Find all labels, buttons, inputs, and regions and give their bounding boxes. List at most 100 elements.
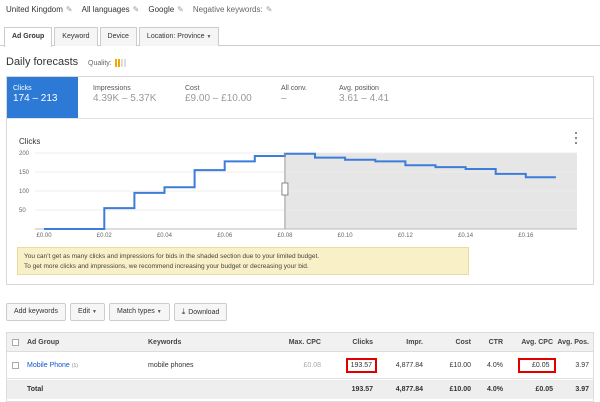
language-filter[interactable]: All languages ✎ xyxy=(82,5,140,14)
pencil-icon[interactable]: ✎ xyxy=(66,5,73,14)
negative-keywords-filter[interactable]: Negative keywords: ✎ xyxy=(193,5,273,14)
download-icon: ⤓ xyxy=(181,307,186,316)
row-checkbox-cell xyxy=(12,353,22,378)
metric-label: Avg. position xyxy=(339,85,379,92)
chevron-down-icon: ▼ xyxy=(156,309,162,315)
quality-label: Quality: xyxy=(88,59,112,67)
header-keywords[interactable]: Keywords xyxy=(148,333,258,351)
pencil-icon[interactable]: ✎ xyxy=(133,5,140,14)
y-tick-label: 200 xyxy=(19,151,30,157)
header-cost[interactable]: Cost xyxy=(427,333,471,351)
metric-selector: Clicks 174 – 213 Impressions 4.39K – 5.3… xyxy=(7,77,593,119)
total-clicks: 193.57 xyxy=(351,386,373,393)
keyword-count: (1) xyxy=(71,362,78,369)
metric-label: Cost xyxy=(185,85,200,92)
tab-location-label: Location: Province xyxy=(146,33,205,40)
header-impr[interactable]: Impr. xyxy=(377,333,423,351)
cell-avg-pos: 3.97 xyxy=(575,362,589,369)
header-clicks[interactable]: Clicks xyxy=(325,333,373,351)
clicks-chart: 50 100 150 200 £0.00 £0.02 £0.04 £0.06 £0.08 £0.1… xyxy=(19,151,577,239)
x-tick-label: £0.16 xyxy=(518,233,534,239)
metric-value: £9.00 – £10.00 xyxy=(185,93,252,104)
header-ctr[interactable]: CTR xyxy=(475,333,503,351)
targeting-bar: United Kingdom ✎ All languages ✎ Google … xyxy=(6,2,272,16)
cell-ctr: 4.0% xyxy=(487,362,503,369)
metric-label: All conv. xyxy=(281,85,307,92)
chevron-down-icon: ▼ xyxy=(92,309,97,315)
metric-label: Clicks xyxy=(13,85,32,92)
metric-impressions[interactable]: Impressions 4.39K – 5.37K xyxy=(87,77,177,118)
total-avg-cpc: £0.05 xyxy=(535,386,553,393)
ad-group-table: Ad Group Keywords Max. CPC Clicks Impr. … xyxy=(6,332,594,402)
bid-slider-handle[interactable] xyxy=(281,182,289,196)
table-toolbar: Add keywords Edit ▼ Match types ▼ ⤓ Downloa… xyxy=(6,303,228,323)
table-header-row: Ad Group Keywords Max. CPC Clicks Impr. … xyxy=(7,333,593,352)
avg-cpc-highlight: £0.05 xyxy=(518,358,556,373)
metric-label: Impressions xyxy=(93,85,131,92)
tab-ad-group[interactable]: Ad Group xyxy=(4,27,53,47)
metric-all-conv[interactable]: All conv. – xyxy=(275,77,333,118)
tab-device[interactable]: Device xyxy=(99,27,137,46)
x-tick-label: £0.00 xyxy=(37,233,53,239)
metric-cost[interactable]: Cost £9.00 – £10.00 xyxy=(179,77,277,118)
x-tick-label: £0.10 xyxy=(338,233,354,239)
header-avg-cpc[interactable]: Avg. CPC xyxy=(507,333,553,351)
pencil-icon[interactable]: ✎ xyxy=(177,5,184,14)
x-tick-label: £0.12 xyxy=(398,233,414,239)
network-filter[interactable]: Google ✎ xyxy=(148,5,184,14)
metric-avg-position[interactable]: Avg. position 3.61 – 4.41 xyxy=(333,77,423,118)
notice-line-1: You can't get as many clicks and impress… xyxy=(24,253,320,260)
row-checkbox[interactable] xyxy=(12,362,19,369)
metric-clicks[interactable]: Clicks 174 – 213 xyxy=(7,77,78,118)
select-all-checkbox[interactable] xyxy=(12,338,19,346)
select-all-checkbox-cell xyxy=(12,333,22,351)
table-row: Mobile Phone (1) mobile phones £0.08 193.… xyxy=(7,353,593,379)
match-types-button[interactable]: Match types ▼ xyxy=(108,303,170,321)
y-tick-label: 100 xyxy=(19,189,30,195)
download-button[interactable]: ⤓ Download xyxy=(173,303,228,321)
total-ctr: 4.0% xyxy=(487,386,503,393)
header-ad-group[interactable]: Ad Group xyxy=(27,333,137,351)
total-label: Total xyxy=(27,386,44,393)
pencil-icon[interactable]: ✎ xyxy=(266,5,273,14)
header-max-cpc[interactable]: Max. CPC xyxy=(269,333,321,351)
total-cost: £10.00 xyxy=(449,386,471,393)
x-tick-label: £0.06 xyxy=(217,233,233,239)
cell-max-cpc[interactable]: £0.08 xyxy=(269,353,321,378)
cell-impr: 4,877.84 xyxy=(395,362,423,369)
quality-bars-icon xyxy=(114,59,126,67)
more-vert-icon[interactable] xyxy=(573,131,579,145)
edit-button[interactable]: Edit ▼ xyxy=(69,303,105,321)
ad-group-link[interactable]: Mobile Phone xyxy=(27,362,70,369)
cell-avg-cpc: £0.05 xyxy=(518,353,558,378)
network-label: Google xyxy=(148,4,175,14)
language-label: All languages xyxy=(81,4,130,14)
table-total-row: Total 193.57 4,877.84 £10.00 4.0% £0.05 … xyxy=(7,380,593,399)
negative-keywords-label: Negative keywords: xyxy=(192,4,263,14)
y-tick-label: 50 xyxy=(19,208,26,214)
add-keywords-button[interactable]: Add keywords xyxy=(6,303,66,321)
header-avg-pos[interactable]: Avg. Pos. xyxy=(555,333,589,351)
tab-keyword[interactable]: Keyword xyxy=(54,27,98,46)
download-label: Download xyxy=(188,309,220,316)
notice-line-2: To get more clicks and impressions, we r… xyxy=(24,263,309,270)
x-tick-label: £0.02 xyxy=(97,233,113,239)
tab-bar: Ad Group Keyword Device Location: Provin… xyxy=(4,27,220,47)
quality-indicator: Quality: xyxy=(88,59,126,67)
tab-location[interactable]: Location: Province ▼ xyxy=(138,27,220,46)
cell-cost: £10.00 xyxy=(449,362,471,369)
total-avg-pos: 3.97 xyxy=(575,386,589,393)
x-tick-label: £0.04 xyxy=(157,233,173,239)
x-tick-label: £0.14 xyxy=(458,233,474,239)
metric-value: – xyxy=(281,93,287,104)
metric-value: 4.39K – 5.37K xyxy=(93,93,157,104)
forecast-panel: Clicks 174 – 213 Impressions 4.39K – 5.3… xyxy=(6,76,594,285)
clicks-highlight: 193.57 xyxy=(345,358,377,373)
cell-clicks: 193.57 xyxy=(325,353,377,378)
match-types-label: Match types xyxy=(116,308,155,315)
x-tick-label: £0.08 xyxy=(277,233,293,239)
cell-keywords: mobile phones xyxy=(148,362,194,369)
edit-label: Edit xyxy=(77,308,91,315)
location-filter[interactable]: United Kingdom ✎ xyxy=(6,5,73,14)
location-label: United Kingdom xyxy=(6,4,63,14)
